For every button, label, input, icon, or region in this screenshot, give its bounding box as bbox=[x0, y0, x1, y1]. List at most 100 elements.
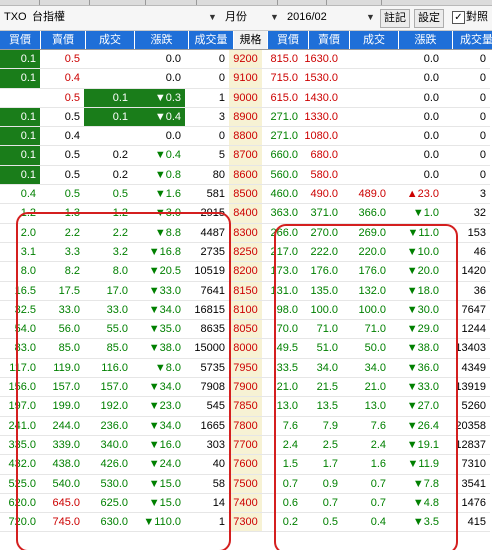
put-bid-header[interactable]: 買價 bbox=[268, 31, 309, 49]
put-ask-cell: 371.0 bbox=[310, 207, 338, 220]
note-button[interactable]: 註記 bbox=[380, 9, 410, 28]
strike-cell: 9200 bbox=[229, 50, 262, 69]
period-select[interactable]: 月份 bbox=[225, 9, 247, 26]
put-last-cell: 50.0 bbox=[364, 342, 386, 355]
call-bid-cell: 0.1 bbox=[0, 127, 40, 146]
table-row[interactable]: 0.1 0.4 0.0 0 9100 715.0 1530.0 0.0 0 bbox=[0, 69, 490, 89]
table-row[interactable]: 156.0 157.0 157.0 ▼34.0 7908 7900 21.0 21.5 21.0… bbox=[0, 378, 490, 398]
call-change-cell: ▼0.4 bbox=[154, 149, 181, 162]
put-last-cell: 220.0 bbox=[358, 245, 386, 258]
table-row[interactable]: 0.1 0.5 0.0 0 9200 815.0 1630.0 0.0 0 bbox=[0, 50, 490, 70]
call-change-cell: ▼8.8 bbox=[154, 226, 181, 239]
put-ask-cell: 0.5 bbox=[322, 516, 338, 529]
strike-cell: 7950 bbox=[229, 358, 262, 378]
put-volume-cell: 7310 bbox=[461, 458, 486, 471]
table-row[interactable]: 32.5 33.0 33.0 ▼34.0 16815 8100 98.0 100.0 100.0… bbox=[0, 300, 490, 321]
call-last-cell: 0.5 bbox=[112, 188, 128, 201]
settings-button[interactable]: 設定 bbox=[414, 9, 444, 28]
put-volume-header[interactable]: 成交量 bbox=[453, 31, 492, 49]
table-row[interactable]: 83.0 85.0 85.0 ▼38.0 15000 8000 49.5 51.0 50.0 ▼3… bbox=[0, 339, 490, 359]
call-volume-cell: 15000 bbox=[194, 342, 225, 355]
call-bid-cell: 54.0 bbox=[14, 323, 36, 336]
strike-cell: 9100 bbox=[229, 69, 262, 88]
period-dropdown-arrow-icon[interactable]: ▼ bbox=[270, 9, 279, 26]
table-row[interactable]: 0.1 0.5 0.1 ▼0.4 3 8900 271.0 1330.0 0.0 0 bbox=[0, 107, 490, 128]
call-change-header[interactable]: 漲跌 bbox=[135, 31, 189, 49]
put-bid-cell: 7.6 bbox=[282, 419, 298, 432]
put-last-header[interactable]: 成交 bbox=[350, 31, 399, 49]
table-row[interactable]: 0.1 0.4 0.0 0 8800 271.0 1080.0 0.0 0 bbox=[0, 127, 490, 147]
strike-cell: 8050 bbox=[229, 320, 262, 339]
table-row[interactable]: 335.0 339.0 340.0 ▼16.0 303 7700 2.4 2.5 2.4 ▼19.… bbox=[0, 435, 490, 456]
put-volume-cell: 0 bbox=[479, 91, 486, 104]
call-bid-cell: 3.1 bbox=[20, 245, 36, 258]
call-change-cell: ▼33.0 bbox=[148, 284, 181, 297]
call-bid-header[interactable]: 買價 bbox=[0, 31, 41, 49]
put-bid-cell: 217.0 bbox=[270, 245, 298, 258]
call-bid-cell: 0.1 bbox=[0, 165, 40, 185]
table-row[interactable]: 2.0 2.2 2.2 ▼8.8 4487 8300 266.0 270.0 269.0 ▼11.… bbox=[0, 223, 490, 243]
put-bid-cell: 815.0 bbox=[270, 53, 298, 65]
call-last-cell: 157.0 bbox=[100, 381, 128, 394]
table-row[interactable]: 1.2 1.3 1.2 ▼3.0 2915 8400 363.0 371.0 366.0 ▼1.0… bbox=[0, 204, 490, 224]
table-row[interactable]: 16.5 17.5 17.0 ▼33.0 7641 8150 131.0 135.0 132.0… bbox=[0, 281, 490, 301]
put-volume-cell: 0 bbox=[479, 168, 486, 181]
put-ask-header[interactable]: 賣價 bbox=[309, 31, 350, 49]
call-volume-cell: 1 bbox=[218, 516, 225, 529]
call-volume-cell: 0 bbox=[218, 72, 225, 85]
put-change-cell: 0.0 bbox=[423, 110, 439, 123]
pair-checkbox[interactable]: ✓ bbox=[452, 11, 465, 24]
put-change-cell: ▼19.1 bbox=[406, 438, 439, 451]
put-bid-cell: 560.0 bbox=[270, 168, 298, 181]
call-last-cell: 340.0 bbox=[100, 438, 128, 451]
call-volume-cell: 14 bbox=[212, 496, 225, 509]
table-row[interactable]: 0.5 0.1 ▼0.3 1 9000 615.0 1430.0 0.0 0 bbox=[0, 88, 490, 108]
call-last-header[interactable]: 成交 bbox=[86, 31, 135, 49]
call-last-cell bbox=[84, 50, 132, 68]
call-change-cell: ▼16.8 bbox=[148, 245, 181, 258]
table-row[interactable]: 241.0 244.0 236.0 ▼34.0 1665 7800 7.6 7.9 7.6 ▼26… bbox=[0, 416, 490, 436]
call-ask-header[interactable]: 賣價 bbox=[41, 31, 86, 49]
symbol-dropdown-arrow-icon[interactable]: ▼ bbox=[208, 9, 217, 26]
table-row[interactable]: 720.0 745.0 630.0 ▼110.0 1 7300 0.2 0.5 0.4 ▼3.5 4… bbox=[0, 513, 490, 533]
put-last-cell: 1.6 bbox=[370, 458, 386, 471]
table-header: 買價 賣價 成交 漲跌 成交量 規格 買價 賣價 成交 漲跌 成交量 bbox=[0, 31, 492, 50]
put-bid-cell: 0.2 bbox=[282, 516, 298, 529]
month-dropdown-arrow-icon[interactable]: ▼ bbox=[366, 9, 375, 26]
table-row[interactable]: 54.0 56.0 55.0 ▼35.0 8635 8050 70.0 71.0 71.0 ▼29… bbox=[0, 320, 490, 340]
table-row[interactable]: 117.0 119.0 116.0 ▼8.0 5735 7950 33.5 34.0 34.0 ▼… bbox=[0, 358, 490, 379]
call-volume-cell: 40 bbox=[212, 458, 225, 471]
put-volume-cell: 3541 bbox=[461, 477, 486, 490]
month-select[interactable]: 2016/02 bbox=[287, 9, 327, 26]
call-ask-cell: 0.4 bbox=[64, 72, 80, 85]
table-row[interactable]: 0.4 0.5 0.5 ▼1.6 581 8500 460.0 490.0 489.0 ▲23.0… bbox=[0, 185, 490, 205]
put-bid-cell: 660.0 bbox=[270, 149, 298, 162]
table-row[interactable]: 0.1 0.5 0.2 ▼0.4 5 8700 660.0 680.0 0.0 0 bbox=[0, 146, 490, 166]
call-volume-cell: 1 bbox=[218, 91, 225, 104]
put-change-header[interactable]: 漲跌 bbox=[399, 31, 453, 49]
put-change-cell: ▼38.0 bbox=[406, 342, 439, 355]
table-row[interactable]: 197.0 199.0 192.0 ▼23.0 545 7850 13.0 13.5 13.0 ▼… bbox=[0, 397, 490, 417]
table-row[interactable]: 525.0 540.0 530.0 ▼15.0 58 7500 0.7 0.9 0.7 ▼7.8 3… bbox=[0, 474, 490, 494]
table-row[interactable]: 620.0 645.0 625.0 ▼15.0 14 7400 0.6 0.7 0.7 ▼4.8 1… bbox=[0, 493, 490, 514]
table-row[interactable]: 432.0 438.0 426.0 ▼24.0 40 7600 1.5 1.7 1.6 ▼11.9… bbox=[0, 455, 490, 475]
strike-cell: 8250 bbox=[229, 242, 262, 262]
call-last-cell: 3.2 bbox=[112, 245, 128, 258]
put-bid-cell: 266.0 bbox=[270, 226, 298, 239]
put-bid-cell: 615.0 bbox=[270, 91, 298, 104]
table-row[interactable]: 0.1 0.5 0.2 ▼0.8 80 8600 560.0 580.0 0.0 0 bbox=[0, 165, 490, 186]
call-ask-cell: 85.0 bbox=[58, 342, 80, 355]
strike-cell: 8800 bbox=[229, 127, 262, 146]
call-volume-header[interactable]: 成交量 bbox=[189, 31, 234, 49]
call-volume-cell: 0 bbox=[218, 53, 225, 65]
call-last-cell: 33.0 bbox=[106, 303, 128, 316]
strike-header[interactable]: 規格 bbox=[234, 31, 268, 49]
put-change-cell: 0.0 bbox=[423, 149, 439, 162]
call-bid-cell: 8.0 bbox=[20, 265, 36, 278]
call-last-cell: 85.0 bbox=[106, 342, 128, 355]
table-row[interactable]: 8.0 8.2 8.0 ▼20.5 10519 8200 173.0 176.0 176.0 ▼2… bbox=[0, 262, 490, 282]
table-row[interactable]: 3.1 3.3 3.2 ▼16.8 2735 8250 217.0 222.0 220.0 ▼10… bbox=[0, 242, 490, 263]
call-volume-cell: 303 bbox=[206, 438, 225, 451]
put-last-cell: 13.0 bbox=[364, 400, 386, 413]
put-last-cell bbox=[342, 127, 390, 145]
